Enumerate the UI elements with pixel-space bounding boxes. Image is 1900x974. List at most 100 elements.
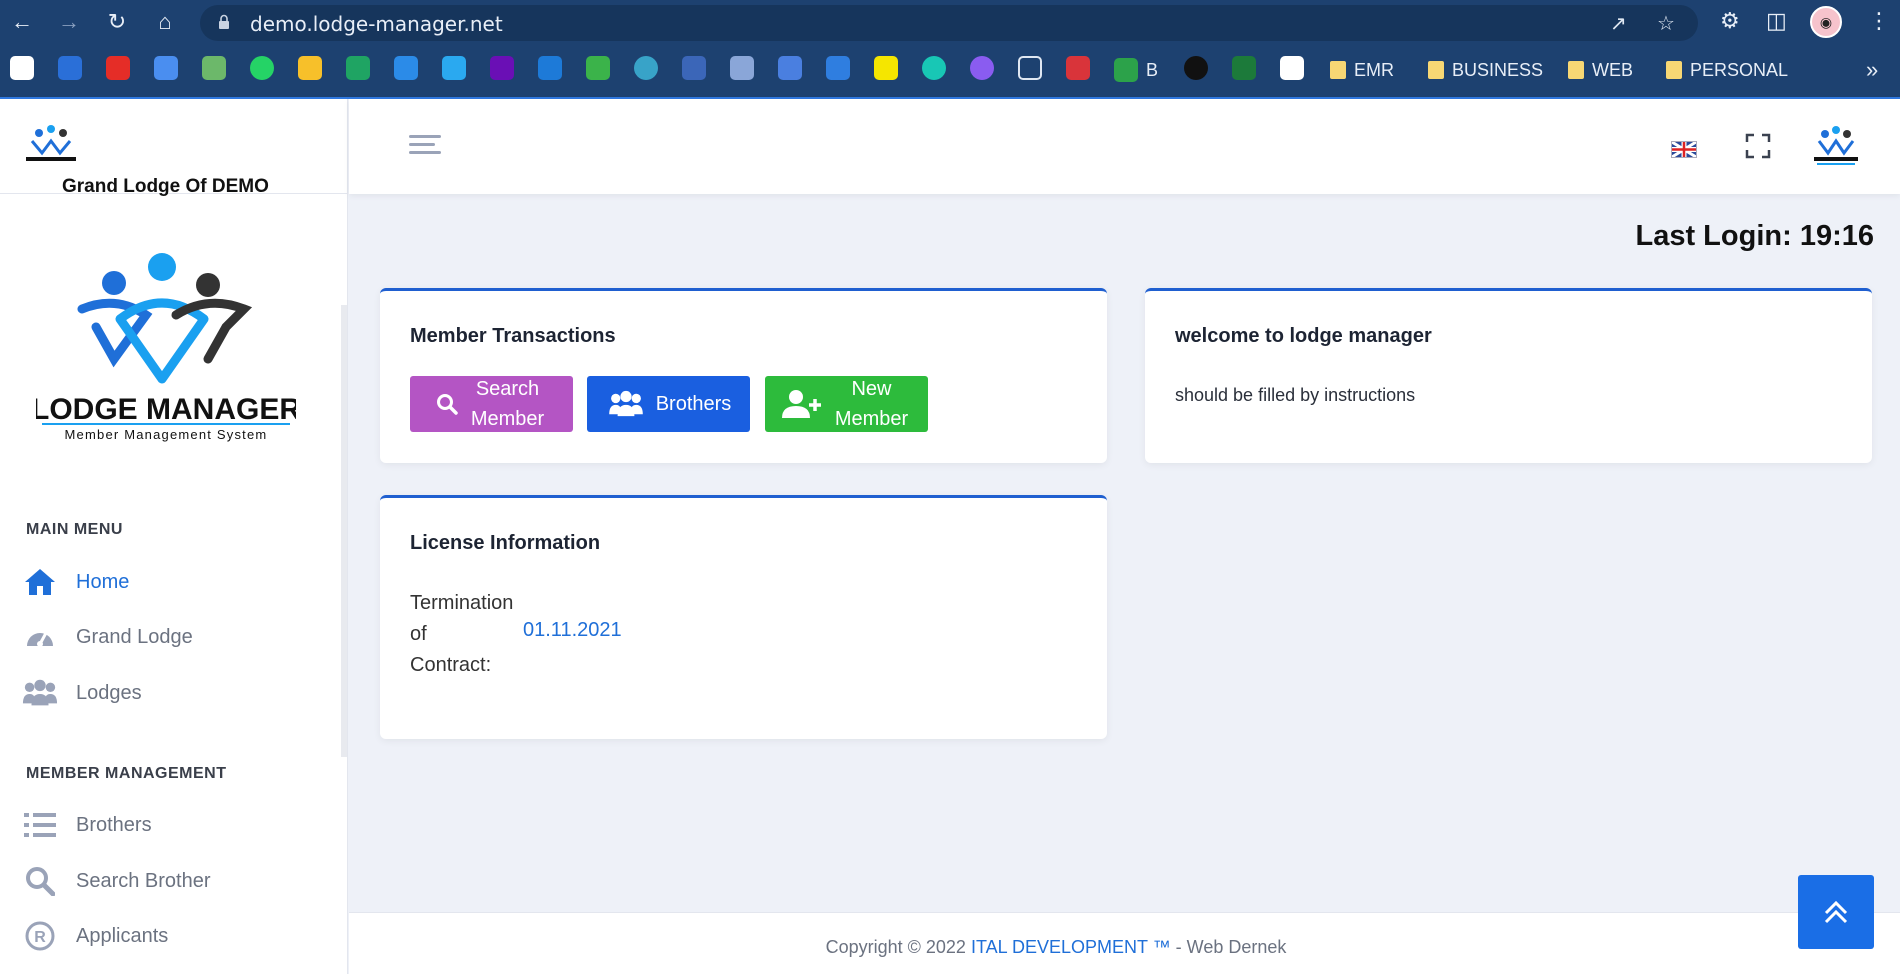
double-chevron-up-icon — [1824, 900, 1848, 924]
menu-kebab-icon[interactable]: ⋮ — [1868, 8, 1890, 34]
lock-icon — [219, 14, 229, 29]
bookmark-icon[interactable] — [922, 56, 946, 80]
translate-bookmark-icon[interactable] — [778, 56, 802, 80]
bookmark-icon[interactable] — [826, 56, 850, 80]
registered-icon: R — [22, 920, 58, 952]
card-title: welcome to lodge manager — [1175, 325, 1432, 347]
bookmark-folder-web[interactable]: WEB — [1568, 58, 1633, 82]
browser-chrome: ← → ↻ ⌂ demo.lodge-manager.net ↗ ☆ ⚙ ◫ ◉… — [0, 0, 1900, 99]
bookmark-icon[interactable] — [874, 56, 898, 80]
lodge-manager-logo: LODGE MANAGER Member Management System — [36, 253, 296, 442]
svg-text:R: R — [34, 929, 46, 946]
users-group-icon — [22, 677, 58, 709]
maps-bookmark-icon[interactable] — [586, 56, 610, 80]
org-title: Grand Lodge Of DEMO — [62, 176, 269, 197]
bookmark-icon[interactable] — [202, 56, 226, 80]
user-avatar-logo[interactable] — [1811, 125, 1861, 169]
folder-icon — [1568, 61, 1584, 79]
keep-bookmark-icon[interactable] — [298, 56, 322, 80]
bookmark-folder-emr[interactable]: EMR — [1330, 58, 1394, 82]
bookmark-icon[interactable] — [634, 56, 658, 80]
bookmark-b[interactable]: B — [1114, 58, 1158, 82]
bookmarks-bar: B EMR BUSINESS WEB PERSONAL » — [0, 52, 1900, 88]
last-login: Last Login: 19:16 — [1635, 220, 1875, 252]
welcome-card: welcome to lodge manager should be fille… — [1145, 288, 1872, 463]
dollar-bookmark-icon[interactable] — [1018, 56, 1042, 80]
star-icon[interactable]: ☆ — [1657, 11, 1675, 36]
extensions-icon[interactable]: ⚙ — [1720, 8, 1740, 34]
profile-avatar[interactable]: ◉ — [1810, 6, 1842, 38]
sidebar-item-grand-lodge[interactable]: Grand Lodge — [22, 617, 322, 657]
sidebar-item-label: Lodges — [76, 681, 142, 704]
new-member-button[interactable]: New Member — [765, 376, 928, 432]
top-navbar — [349, 99, 1900, 194]
address-bar-row: ← → ↻ ⌂ demo.lodge-manager.net ↗ ☆ ⚙ ◫ ◉… — [0, 0, 1900, 44]
sidebar-item-label: Grand Lodge — [76, 625, 193, 648]
sidebar-item-search-brother[interactable]: Search Brother — [22, 861, 322, 901]
sidebar-item-label: Brothers — [76, 813, 152, 836]
bookmark-icon[interactable] — [1066, 56, 1090, 80]
dashboard-gauge-icon — [22, 621, 58, 653]
back-icon[interactable]: ← — [8, 8, 36, 36]
share-icon[interactable]: ↗ — [1610, 11, 1627, 36]
lodge-manager-logo-small[interactable] — [22, 123, 80, 167]
sidebar-item-applicants[interactable]: R Applicants — [22, 916, 322, 956]
member-transactions-card: Member Transactions Search Member Brothe… — [380, 288, 1107, 463]
folder-icon — [1330, 61, 1346, 79]
sidebar-item-label: Home — [76, 570, 130, 593]
bookmark-icon[interactable] — [58, 56, 82, 80]
yahoo-bookmark-icon[interactable] — [490, 56, 514, 80]
fullscreen-icon[interactable] — [1745, 133, 1771, 159]
side-panel-icon[interactable]: ◫ — [1766, 8, 1787, 34]
ital-development-link[interactable]: ITAL DEVELOPMENT ™ — [971, 937, 1171, 957]
logo-subtext: Member Management System — [65, 427, 268, 442]
license-info-card: License Information Termination of Contr… — [380, 495, 1107, 739]
welcome-text: should be filled by instructions — [1175, 385, 1416, 405]
bookmark-icon[interactable] — [1280, 56, 1304, 80]
reload-icon[interactable]: ↻ — [103, 8, 131, 36]
bookmark-icon[interactable] — [730, 56, 754, 80]
uk-flag-icon[interactable] — [1671, 140, 1697, 159]
drive-bookmark-icon[interactable] — [346, 56, 370, 80]
sidebar-item-lodges[interactable]: Lodges — [22, 673, 322, 713]
card-title: License Information — [410, 532, 601, 554]
search-icon — [22, 865, 58, 897]
termination-label: Termination of Contract: — [410, 592, 514, 676]
bookmark-icon[interactable] — [442, 56, 466, 80]
search-member-button[interactable]: Search Member — [410, 376, 573, 432]
bookmarks-overflow[interactable]: » — [1866, 57, 1878, 82]
whatsapp-bookmark-icon[interactable] — [250, 56, 274, 80]
bookmark-icon[interactable] — [1184, 56, 1208, 80]
omnibox[interactable]: demo.lodge-manager.net ↗ ☆ — [200, 5, 1698, 41]
member-management-heading: MEMBER MANAGEMENT — [26, 765, 227, 782]
users-group-icon — [608, 390, 643, 417]
url-text[interactable]: demo.lodge-manager.net — [250, 12, 503, 36]
copyright-text: Copyright © 2022 ITAL DEVELOPMENT ™ - We… — [825, 937, 1287, 957]
card-title: Member Transactions — [410, 325, 616, 347]
youtube-bookmark-icon[interactable] — [106, 56, 130, 80]
search-icon — [436, 394, 458, 415]
home-icon — [22, 566, 58, 598]
bookmark-icon[interactable] — [682, 56, 706, 80]
bookmark-folder-personal[interactable]: PERSONAL — [1666, 58, 1788, 82]
user-plus-icon — [781, 390, 821, 418]
sidebar-item-home[interactable]: Home — [22, 562, 322, 602]
calendar-bookmark-icon[interactable] — [154, 56, 178, 80]
sidebar: Grand Lodge Of DEMO LODGE MANAGER Member… — [0, 99, 348, 974]
brothers-button[interactable]: Brothers — [587, 376, 750, 432]
sidebar-scrollbar[interactable] — [341, 305, 347, 757]
outlook-bookmark-icon[interactable] — [538, 56, 562, 80]
bookmark-icon[interactable] — [1232, 56, 1256, 80]
onedrive-bookmark-icon[interactable] — [394, 56, 418, 80]
home-browser-icon[interactable]: ⌂ — [151, 8, 179, 36]
sidebar-item-brothers[interactable]: Brothers — [22, 805, 322, 845]
footer: Copyright © 2022 ITAL DEVELOPMENT ™ - We… — [349, 912, 1900, 974]
folder-icon — [1428, 61, 1444, 79]
menu-toggle-icon[interactable] — [409, 135, 441, 157]
messenger-bookmark-icon[interactable] — [970, 56, 994, 80]
bookmark-folder-business[interactable]: BUSINESS — [1428, 58, 1543, 82]
forward-icon[interactable]: → — [55, 8, 83, 36]
gmail-bookmark-icon[interactable] — [10, 56, 34, 80]
list-icon — [22, 809, 58, 841]
scroll-to-top-button[interactable] — [1798, 875, 1874, 949]
